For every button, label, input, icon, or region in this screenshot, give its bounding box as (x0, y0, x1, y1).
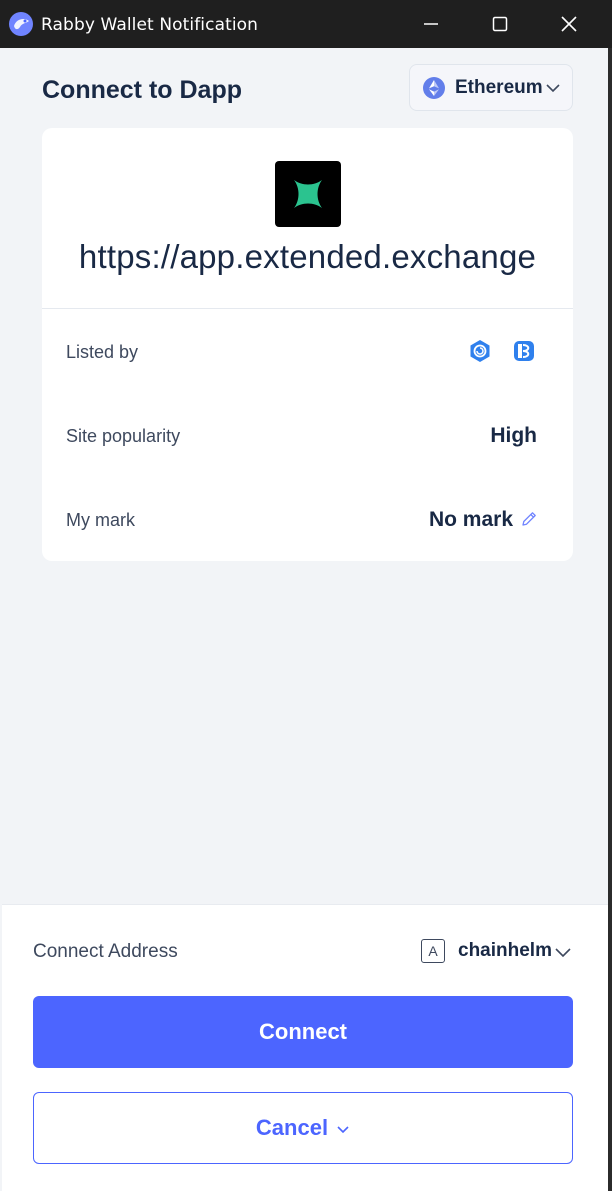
window-titlebar: Rabby Wallet Notification (0, 0, 612, 48)
minimize-icon (424, 23, 438, 25)
site-info-card: https://app.extended.exchange Listed by … (42, 128, 573, 561)
site-logo (275, 161, 341, 227)
address-selector[interactable]: chainhelm (458, 940, 552, 962)
maximize-button[interactable] (465, 0, 535, 48)
cancel-button[interactable]: Cancel (33, 1092, 573, 1164)
site-url: https://app.extended.exchange (78, 238, 537, 275)
close-icon (561, 16, 577, 32)
ethereum-icon (423, 77, 445, 99)
my-mark-label: My mark (66, 510, 135, 530)
chevron-down-icon (546, 84, 560, 93)
pencil-edit-icon[interactable] (520, 510, 538, 528)
window-edge (608, 48, 612, 1191)
defillama-icon[interactable] (468, 339, 492, 363)
chain-name: Ethereum (455, 77, 543, 98)
rabby-logo-icon (9, 12, 33, 36)
page-title: Connect to Dapp (42, 76, 242, 104)
chevron-down-icon (337, 1126, 349, 1134)
rabby-listing-icon[interactable] (512, 339, 536, 363)
cancel-label: Cancel (255, 1115, 329, 1140)
window-title: Rabby Wallet Notification (41, 15, 259, 35)
main-content: Connect to Dapp Ethereum https://app.ext… (2, 48, 608, 904)
minimize-button[interactable] (396, 0, 466, 48)
address-badge-icon: A (421, 939, 445, 963)
chain-selector[interactable]: Ethereum (409, 64, 573, 111)
divider (42, 308, 573, 309)
site-popularity-label: Site popularity (66, 426, 181, 446)
chevron-down-icon[interactable] (554, 947, 572, 958)
close-button[interactable] (534, 0, 604, 48)
site-popularity-value: High (490, 424, 537, 447)
maximize-icon (492, 16, 508, 32)
footer-panel: Connect Address A chainhelm Connect Canc… (2, 904, 608, 1191)
connect-button[interactable]: Connect (33, 996, 573, 1068)
listed-by-label: Listed by (66, 342, 139, 362)
connect-address-label: Connect Address (33, 941, 178, 962)
extended-logo-icon (294, 180, 322, 208)
my-mark-value: No mark (428, 508, 513, 531)
